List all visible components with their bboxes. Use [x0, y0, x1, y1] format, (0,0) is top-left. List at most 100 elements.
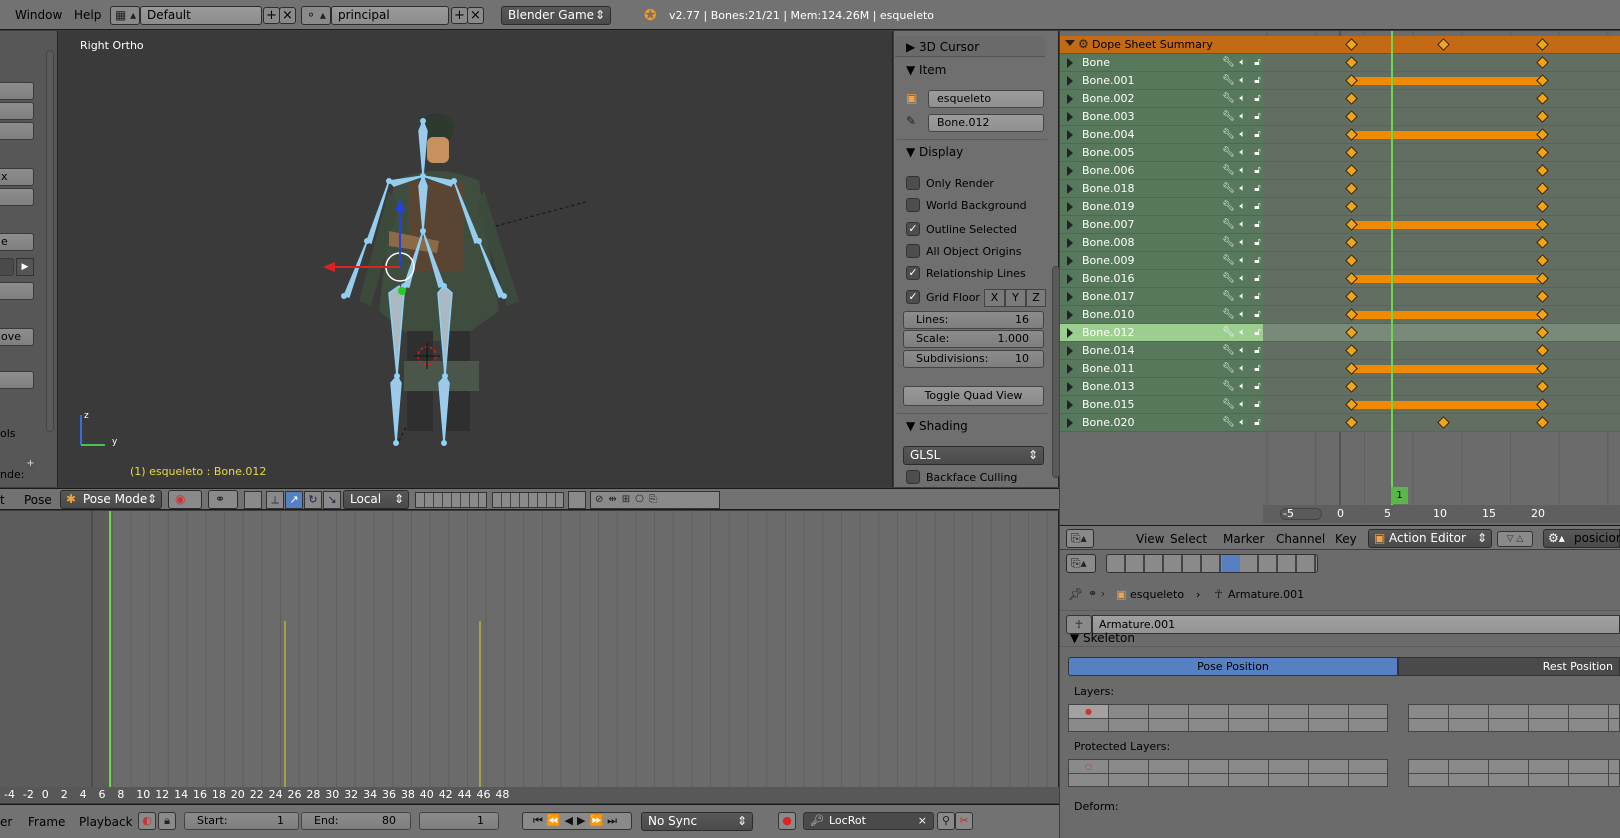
layers-grid[interactable]	[1408, 704, 1620, 732]
keyframe-row[interactable]	[1263, 90, 1620, 108]
start-frame-field[interactable]: Start: 1	[184, 812, 299, 830]
playback-controls[interactable]: ⏮⏪◀▶⏩⏭	[522, 812, 632, 830]
layout-icon[interactable]: ▦ ▴	[110, 6, 140, 25]
channel-row[interactable]: Bone.018 🔧︎ 🔈︎ 🔓︎	[1060, 180, 1263, 198]
expand-arrow-icon[interactable]	[1067, 148, 1073, 158]
toggle-quad-view-button[interactable]: Toggle Quad View	[903, 386, 1044, 406]
mute-speaker-icon[interactable]: 🔈︎	[1237, 309, 1248, 320]
pivot-icon[interactable]: ⚭	[208, 490, 238, 509]
layout-remove-button[interactable]: ×	[279, 7, 296, 24]
sync-select[interactable]: No Sync ⇕	[641, 812, 753, 831]
manipulator-axes-icon[interactable]: ⟂	[266, 491, 284, 509]
scene-field[interactable]: principal	[331, 6, 449, 25]
menu-help[interactable]: Help	[74, 8, 101, 22]
mute-speaker-icon[interactable]: 🔈︎	[1237, 219, 1248, 230]
keyframe[interactable]	[1345, 56, 1358, 69]
all-object-origins-checkbox[interactable]	[906, 244, 920, 258]
active-layer-dot-icon[interactable]: ●	[1069, 705, 1108, 718]
lock-icon[interactable]: 🔓︎	[1252, 165, 1263, 176]
lock-icon[interactable]: 🔓︎	[1252, 255, 1263, 266]
menu-dope-key[interactable]: Key	[1335, 532, 1357, 546]
mute-speaker-icon[interactable]: 🔈︎	[1237, 111, 1248, 122]
layer-buttons[interactable]	[492, 492, 564, 508]
menu-view[interactable]: er	[0, 815, 12, 829]
expand-arrow-icon[interactable]	[1067, 58, 1073, 68]
lock-icon[interactable]: 🔓︎	[1252, 381, 1263, 392]
scene-add-button[interactable]: +	[451, 7, 468, 24]
expand-arrow-icon[interactable]	[1067, 112, 1073, 122]
only-render-checkbox[interactable]	[906, 176, 920, 190]
modifier-wrench-icon[interactable]: 🔧︎	[1222, 417, 1235, 428]
props-editor-type-icon[interactable]: ⎘▴	[1066, 554, 1096, 573]
keyframe[interactable]	[1345, 182, 1358, 195]
keyframe[interactable]	[1345, 200, 1358, 213]
armature-datablock-field[interactable]: Armature.001	[1092, 615, 1620, 634]
keyframe[interactable]	[1345, 416, 1358, 429]
keyframe[interactable]	[1345, 146, 1358, 159]
tool-button[interactable]: x	[0, 168, 34, 186]
lock-icon[interactable]: 🔓︎	[1252, 327, 1263, 338]
keyframe-row[interactable]	[1263, 108, 1620, 126]
current-frame-field[interactable]: 1	[419, 812, 499, 830]
tool-button[interactable]	[0, 122, 34, 140]
keyframe[interactable]	[1345, 164, 1358, 177]
lock-icon[interactable]: 🔓︎	[1252, 309, 1263, 320]
outline-selected-checkbox[interactable]: ✓	[906, 222, 920, 236]
mute-speaker-icon[interactable]: 🔈︎	[1237, 129, 1248, 140]
lock-icon[interactable]: 🔓︎	[1252, 201, 1263, 212]
dopesheet-mode-select[interactable]: ▣ Action Editor ⇕	[1368, 529, 1492, 548]
lines-field[interactable]: Lines: 16	[903, 311, 1044, 329]
menu-t[interactable]: t	[0, 493, 5, 507]
armature-data-tab[interactable]	[1222, 555, 1240, 572]
keyframe-row[interactable]	[1263, 216, 1620, 234]
pin-icon[interactable]: 📌︎	[1068, 587, 1083, 601]
collapse-arrow-icon[interactable]	[1065, 40, 1075, 46]
lock-icon[interactable]: 🔓︎	[1252, 273, 1263, 284]
channel-row[interactable]: Bone.007 🔧︎ 🔈︎ 🔓︎	[1060, 216, 1263, 234]
expand-arrow-icon[interactable]	[1067, 292, 1073, 302]
menu-dope-channel[interactable]: Channel	[1276, 532, 1325, 546]
channel-row[interactable]: Bone.001 🔧︎ 🔈︎ 🔓︎	[1060, 72, 1263, 90]
toolshelf-scrollbar[interactable]	[46, 50, 54, 432]
channel-row[interactable]: Bone.010 🔧︎ 🔈︎ 🔓︎	[1060, 306, 1263, 324]
tool-button[interactable]	[0, 102, 34, 120]
modifier-wrench-icon[interactable]: 🔧︎	[1222, 291, 1235, 302]
mute-speaker-icon[interactable]: 🔈︎	[1237, 291, 1248, 302]
modifier-wrench-icon[interactable]: 🔧︎	[1222, 201, 1235, 212]
channel-row[interactable]: Bone.017 🔧︎ 🔈︎ 🔓︎	[1060, 288, 1263, 306]
channel-row[interactable]: Bone.013 🔧︎ 🔈︎ 🔓︎	[1060, 378, 1263, 396]
expand-arrow-icon[interactable]	[1067, 400, 1073, 410]
lock-icon[interactable]: 🔓︎	[1252, 417, 1263, 428]
keyframe-row[interactable]	[1263, 306, 1620, 324]
modifier-wrench-icon[interactable]: 🔧︎	[1222, 345, 1235, 356]
modifier-wrench-icon[interactable]: 🔧︎	[1222, 237, 1235, 248]
keyframe[interactable]	[1536, 110, 1549, 123]
mute-speaker-icon[interactable]: 🔈︎	[1237, 183, 1248, 194]
record-icon[interactable]: ●	[778, 812, 796, 830]
modifier-wrench-icon[interactable]: 🔧︎	[1222, 381, 1235, 392]
mute-speaker-icon[interactable]: 🔈︎	[1237, 165, 1248, 176]
expand-arrow-icon[interactable]	[1067, 418, 1073, 428]
tool-button[interactable]: e	[0, 233, 34, 251]
lock-icon[interactable]: 🔓︎	[1252, 363, 1263, 374]
menu-playback[interactable]: Playback	[79, 815, 133, 829]
keyframe[interactable]	[1536, 200, 1549, 213]
expand-arrow-icon[interactable]	[1067, 166, 1073, 176]
properties-context-tabs[interactable]	[1106, 554, 1318, 573]
keyframe[interactable]	[1345, 236, 1358, 249]
shading-mode-icon[interactable]: ◉	[168, 490, 202, 509]
keyframe-row[interactable]	[1263, 378, 1620, 396]
lock-icon[interactable]: 🔓︎	[1252, 57, 1263, 68]
expand-arrow-icon[interactable]	[1067, 130, 1073, 140]
mute-speaker-icon[interactable]: 🔈︎	[1237, 345, 1248, 356]
protected-layers-grid[interactable]	[1408, 759, 1620, 787]
lock-icon[interactable]: 🔓︎	[1252, 93, 1263, 104]
keyframe[interactable]	[1536, 290, 1549, 303]
expand-arrow-icon[interactable]	[1067, 310, 1073, 320]
rest-position-button[interactable]: Rest Position	[1398, 657, 1620, 676]
keyframe[interactable]	[1345, 110, 1358, 123]
channel-row[interactable]: Bone.008 🔧︎ 🔈︎ 🔓︎	[1060, 234, 1263, 252]
expand-arrow-icon[interactable]	[1067, 382, 1073, 392]
delete-keyframe-icon[interactable]: ✂	[955, 812, 973, 830]
modifier-wrench-icon[interactable]: 🔧︎	[1222, 183, 1235, 194]
